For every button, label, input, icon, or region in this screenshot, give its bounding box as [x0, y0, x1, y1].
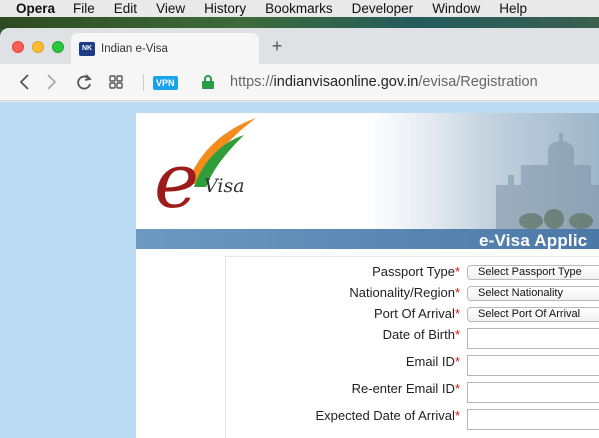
toolbar-divider: [143, 74, 144, 91]
menu-opera[interactable]: Opera: [16, 0, 55, 17]
minimize-window-button[interactable]: [32, 41, 44, 53]
back-icon[interactable]: [18, 72, 32, 97]
menu-bar: Opera File Edit View History Bookmarks D…: [0, 0, 599, 17]
date-of-birth-input[interactable]: [467, 328, 599, 349]
reenter-email-label: Re-enter Email ID*: [351, 381, 460, 396]
menu-bookmarks[interactable]: Bookmarks: [265, 0, 333, 17]
page-title: e-Visa Applic: [479, 231, 588, 250]
required-marker: *: [454, 306, 460, 321]
address-bar[interactable]: https://indianvisaonline.gov.in/evisa/Re…: [230, 73, 538, 91]
page-container: e Visa e-Visa Applic Passport Type* Sele…: [136, 113, 599, 438]
menu-developer[interactable]: Developer: [352, 0, 414, 17]
form-row-expected-arrival: Expected Date of Arrival*: [226, 408, 599, 430]
logo-visa-text: Visa: [204, 175, 245, 197]
logo-e-letter: e: [154, 136, 199, 225]
menu-file[interactable]: File: [73, 0, 95, 17]
nationality-select[interactable]: Select Nationality: [467, 286, 599, 301]
menu-view[interactable]: View: [156, 0, 185, 17]
vpn-badge[interactable]: VPN: [153, 76, 178, 90]
passport-type-label: Passport Type*: [372, 264, 460, 279]
tab-title: Indian e-Visa: [101, 42, 168, 55]
required-marker: *: [454, 381, 460, 396]
port-of-arrival-label: Port Of Arrival*: [374, 306, 460, 321]
email-input[interactable]: [467, 355, 599, 376]
banner-art: [188, 118, 599, 229]
passport-type-select[interactable]: Select Passport Type: [467, 265, 599, 280]
tab-indian-evisa[interactable]: NK Indian e-Visa: [71, 33, 259, 64]
lock-icon[interactable]: [202, 75, 214, 89]
header-banner: e Visa: [136, 113, 599, 229]
required-marker: *: [454, 408, 460, 423]
new-tab-button[interactable]: +: [268, 36, 286, 57]
port-of-arrival-select[interactable]: Select Port Of Arrival: [467, 307, 599, 322]
speed-dial-icon[interactable]: [108, 72, 124, 97]
form-row-email: Email ID*: [226, 354, 599, 376]
menu-window[interactable]: Window: [432, 0, 480, 17]
browser-window: NK Indian e-Visa + VPN https://indianvis…: [0, 28, 599, 438]
form-row-date-of-birth: Date of Birth*: [226, 327, 599, 349]
url-host: indianvisaonline.gov.in: [273, 74, 419, 90]
address-toolbar: VPN https://indianvisaonline.gov.in/evis…: [0, 64, 599, 101]
url-scheme: https://: [230, 74, 274, 90]
forward-icon[interactable]: [44, 72, 58, 97]
reenter-email-input[interactable]: [467, 382, 599, 403]
nationality-label: Nationality/Region*: [349, 285, 460, 300]
menu-history[interactable]: History: [204, 0, 246, 17]
tab-bar: NK Indian e-Visa +: [0, 28, 599, 64]
required-marker: *: [454, 285, 460, 300]
required-marker: *: [454, 264, 460, 279]
form-row-reenter-email: Re-enter Email ID*: [226, 381, 599, 403]
site-favicon-icon: NK: [79, 41, 95, 56]
page-viewport: e Visa e-Visa Applic Passport Type* Sele…: [0, 102, 599, 438]
form-row-nationality: Nationality/Region* Select Nationality: [226, 285, 599, 301]
expected-arrival-input[interactable]: [467, 409, 599, 430]
form-row-port-of-arrival: Port Of Arrival* Select Port Of Arrival: [226, 306, 599, 322]
registration-form: Passport Type* Select Passport Type Nati…: [225, 256, 599, 438]
zoom-window-button[interactable]: [52, 41, 64, 53]
menu-help[interactable]: Help: [499, 0, 527, 17]
close-window-button[interactable]: [12, 41, 24, 53]
menu-edit[interactable]: Edit: [114, 0, 137, 17]
form-row-passport-type: Passport Type* Select Passport Type: [226, 264, 599, 280]
url-path: /evisa/Registration: [418, 74, 538, 90]
email-label: Email ID*: [405, 354, 460, 369]
date-of-birth-label: Date of Birth*: [382, 327, 460, 342]
required-marker: *: [454, 354, 460, 369]
expected-arrival-label: Expected Date of Arrival*: [315, 408, 460, 423]
required-marker: *: [454, 327, 460, 342]
reload-icon[interactable]: [75, 72, 93, 97]
